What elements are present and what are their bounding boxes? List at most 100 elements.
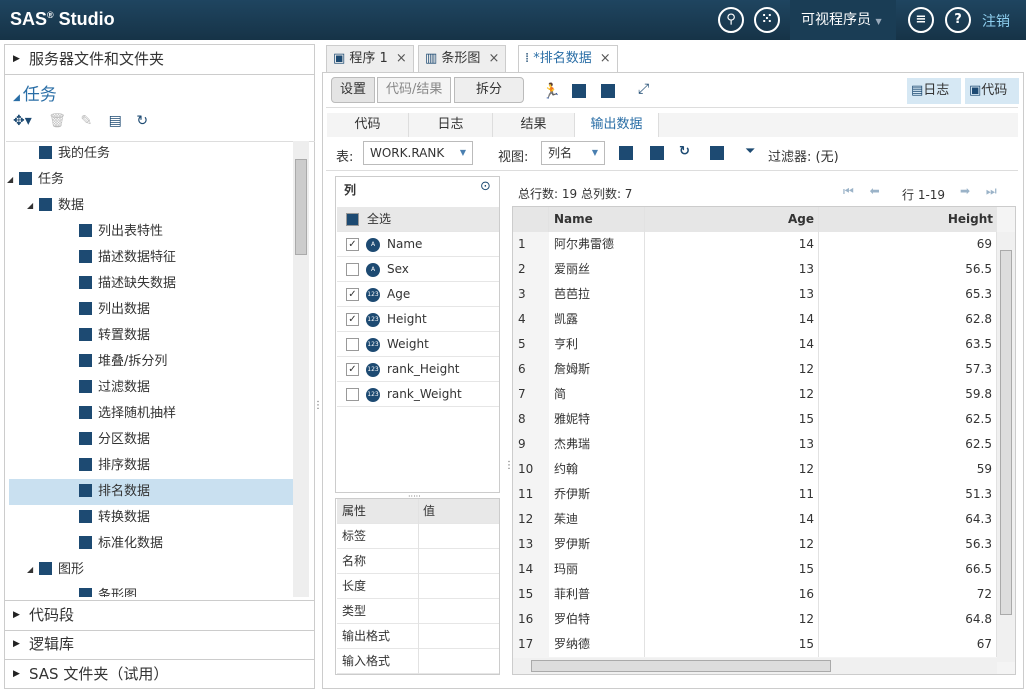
- menu-icon[interactable]: ≡: [908, 7, 934, 33]
- column-checkbox[interactable]: [346, 338, 359, 351]
- next-page-icon[interactable]: ➡ ⏭: [960, 184, 997, 199]
- tree-item[interactable]: 转换数据: [9, 505, 293, 531]
- table-select[interactable]: WORK.RANK ▼: [363, 141, 473, 165]
- table-row[interactable]: 2 爱丽丝 13 56.5: [513, 257, 997, 282]
- column-checkbox[interactable]: ✓: [346, 313, 359, 326]
- tab-bar-chart[interactable]: ▥ 条形图 ×: [418, 45, 507, 73]
- log-button[interactable]: ▤日志: [907, 78, 961, 104]
- tree-item[interactable]: 排名数据: [9, 479, 293, 505]
- column-checkbox[interactable]: [346, 263, 359, 276]
- settings-button[interactable]: 设置: [331, 77, 376, 103]
- filter-icon[interactable]: ⏷: [745, 144, 755, 159]
- view-select[interactable]: 列名 ▼: [541, 141, 605, 165]
- section-server-files[interactable]: 服务器文件和文件夹: [5, 45, 314, 75]
- refresh-icon[interactable]: ↻: [136, 113, 148, 129]
- query-icon[interactable]: [619, 146, 633, 160]
- tree-item[interactable]: 过滤数据: [9, 375, 293, 401]
- close-icon[interactable]: ×: [600, 51, 611, 66]
- table-row[interactable]: 14 玛丽 15 66.5: [513, 557, 997, 582]
- column-item[interactable]: 123 rank_Weight: [337, 382, 499, 407]
- expand-icon[interactable]: ◢: [7, 167, 13, 193]
- code-results-button[interactable]: 代码/结果: [377, 77, 452, 103]
- column-item[interactable]: ✓ 123 Age: [337, 282, 499, 307]
- subtab-code[interactable]: 代码: [327, 113, 409, 137]
- table-row[interactable]: 17 罗纳德 15 67: [513, 632, 997, 657]
- table-row[interactable]: 16 罗伯特 12 64.8: [513, 607, 997, 632]
- column-item[interactable]: ✓ 123 rank_Height: [337, 357, 499, 382]
- tree-item[interactable]: 描述数据特征: [9, 245, 293, 271]
- column-item[interactable]: A Sex: [337, 257, 499, 282]
- table-row[interactable]: 13 罗伊斯 12 56.3: [513, 532, 997, 557]
- select-all-checkbox[interactable]: 全选: [337, 207, 499, 232]
- column-item[interactable]: ✓ 123 Height: [337, 307, 499, 332]
- export-icon[interactable]: [650, 146, 664, 160]
- tab-rank-data[interactable]: ⁞ *排名数据 ×: [518, 45, 618, 73]
- expand-icon[interactable]: ◢: [27, 557, 33, 583]
- code-button[interactable]: ▣代码: [965, 78, 1019, 104]
- section-libraries[interactable]: 逻辑库: [5, 630, 314, 660]
- grid-vertical-scrollbar[interactable]: [997, 232, 1015, 662]
- tree-item[interactable]: 排序数据: [9, 453, 293, 479]
- column-checkbox[interactable]: ✓: [346, 288, 359, 301]
- tree-scrollbar[interactable]: [293, 141, 309, 597]
- tree-item[interactable]: 列出表特性: [9, 219, 293, 245]
- tree-item[interactable]: ◢ 数据: [9, 193, 293, 219]
- logout-link[interactable]: 注销: [982, 11, 1010, 31]
- maximize-icon[interactable]: ⤢: [638, 81, 649, 97]
- refresh-icon[interactable]: ↻: [679, 144, 690, 159]
- column-properties-icon[interactable]: [710, 146, 724, 160]
- section-snippets[interactable]: 代码段: [5, 600, 314, 631]
- section-sas-folders[interactable]: SAS 文件夹（试用）: [5, 660, 314, 689]
- delete-icon[interactable]: 🗑: [48, 113, 66, 129]
- tree-item[interactable]: 我的任务: [9, 141, 293, 167]
- properties-icon[interactable]: ▤: [109, 113, 122, 129]
- tree-item[interactable]: 条形图: [9, 583, 293, 597]
- split-button[interactable]: 拆分: [454, 77, 524, 103]
- save-icon[interactable]: [572, 84, 586, 98]
- filter-status[interactable]: 过滤器: (无): [768, 146, 839, 165]
- tree-item[interactable]: 堆叠/拆分列: [9, 349, 293, 375]
- column-header-height[interactable]: Height: [819, 207, 997, 232]
- table-row[interactable]: 10 约翰 12 59: [513, 457, 997, 482]
- subtab-log[interactable]: 日志: [409, 113, 493, 137]
- column-item[interactable]: ✓ A Name: [337, 232, 499, 257]
- collapse-icon[interactable]: ⊙: [480, 179, 491, 194]
- search-icon[interactable]: ⚲: [718, 7, 744, 33]
- subtab-output-data[interactable]: 输出数据: [575, 113, 659, 137]
- column-checkbox[interactable]: [346, 388, 359, 401]
- tree-item[interactable]: 列出数据: [9, 297, 293, 323]
- new-task-icon[interactable]: ✥▾: [13, 113, 32, 129]
- table-row[interactable]: 5 亨利 14 63.5: [513, 332, 997, 357]
- table-row[interactable]: 15 菲利普 16 72: [513, 582, 997, 607]
- edit-icon[interactable]: ✎: [80, 113, 92, 129]
- column-checkbox[interactable]: ✓: [346, 363, 359, 376]
- close-icon[interactable]: ×: [488, 51, 499, 66]
- table-row[interactable]: 7 简 12 59.8: [513, 382, 997, 407]
- run-icon[interactable]: 🏃: [542, 82, 561, 100]
- save-as-icon[interactable]: [601, 84, 615, 98]
- table-row[interactable]: 6 詹姆斯 12 57.3: [513, 357, 997, 382]
- role-menu[interactable]: 可视程序员 ▼: [790, 0, 896, 40]
- column-checkbox[interactable]: ✓: [346, 238, 359, 251]
- table-row[interactable]: 3 芭芭拉 13 65.3: [513, 282, 997, 307]
- tree-item[interactable]: 标准化数据: [9, 531, 293, 557]
- table-row[interactable]: 9 杰弗瑞 13 62.5: [513, 432, 997, 457]
- close-icon[interactable]: ×: [396, 51, 407, 66]
- tree-item[interactable]: 转置数据: [9, 323, 293, 349]
- tree-item[interactable]: ◢ 图形: [9, 557, 293, 583]
- column-item[interactable]: 123 Weight: [337, 332, 499, 357]
- subtab-results[interactable]: 结果: [493, 113, 575, 137]
- column-header-name[interactable]: Name: [549, 207, 645, 232]
- table-row[interactable]: 12 茱迪 14 64.3: [513, 507, 997, 532]
- table-row[interactable]: 4 凯露 14 62.8: [513, 307, 997, 332]
- section-tasks[interactable]: ◢ 任务: [13, 80, 57, 105]
- help-icon[interactable]: ?: [945, 7, 971, 33]
- tree-item[interactable]: ◢ 任务: [7, 167, 293, 193]
- table-row[interactable]: 1 阿尔弗雷德 14 69: [513, 232, 997, 257]
- table-row[interactable]: 11 乔伊斯 11 51.3: [513, 482, 997, 507]
- first-page-icon[interactable]: ⏮ ⬅: [843, 184, 880, 199]
- tree-item[interactable]: 描述缺失数据: [9, 271, 293, 297]
- apps-icon[interactable]: ⁙: [754, 7, 780, 33]
- expand-icon[interactable]: ◢: [27, 193, 33, 219]
- tree-item[interactable]: 选择随机抽样: [9, 401, 293, 427]
